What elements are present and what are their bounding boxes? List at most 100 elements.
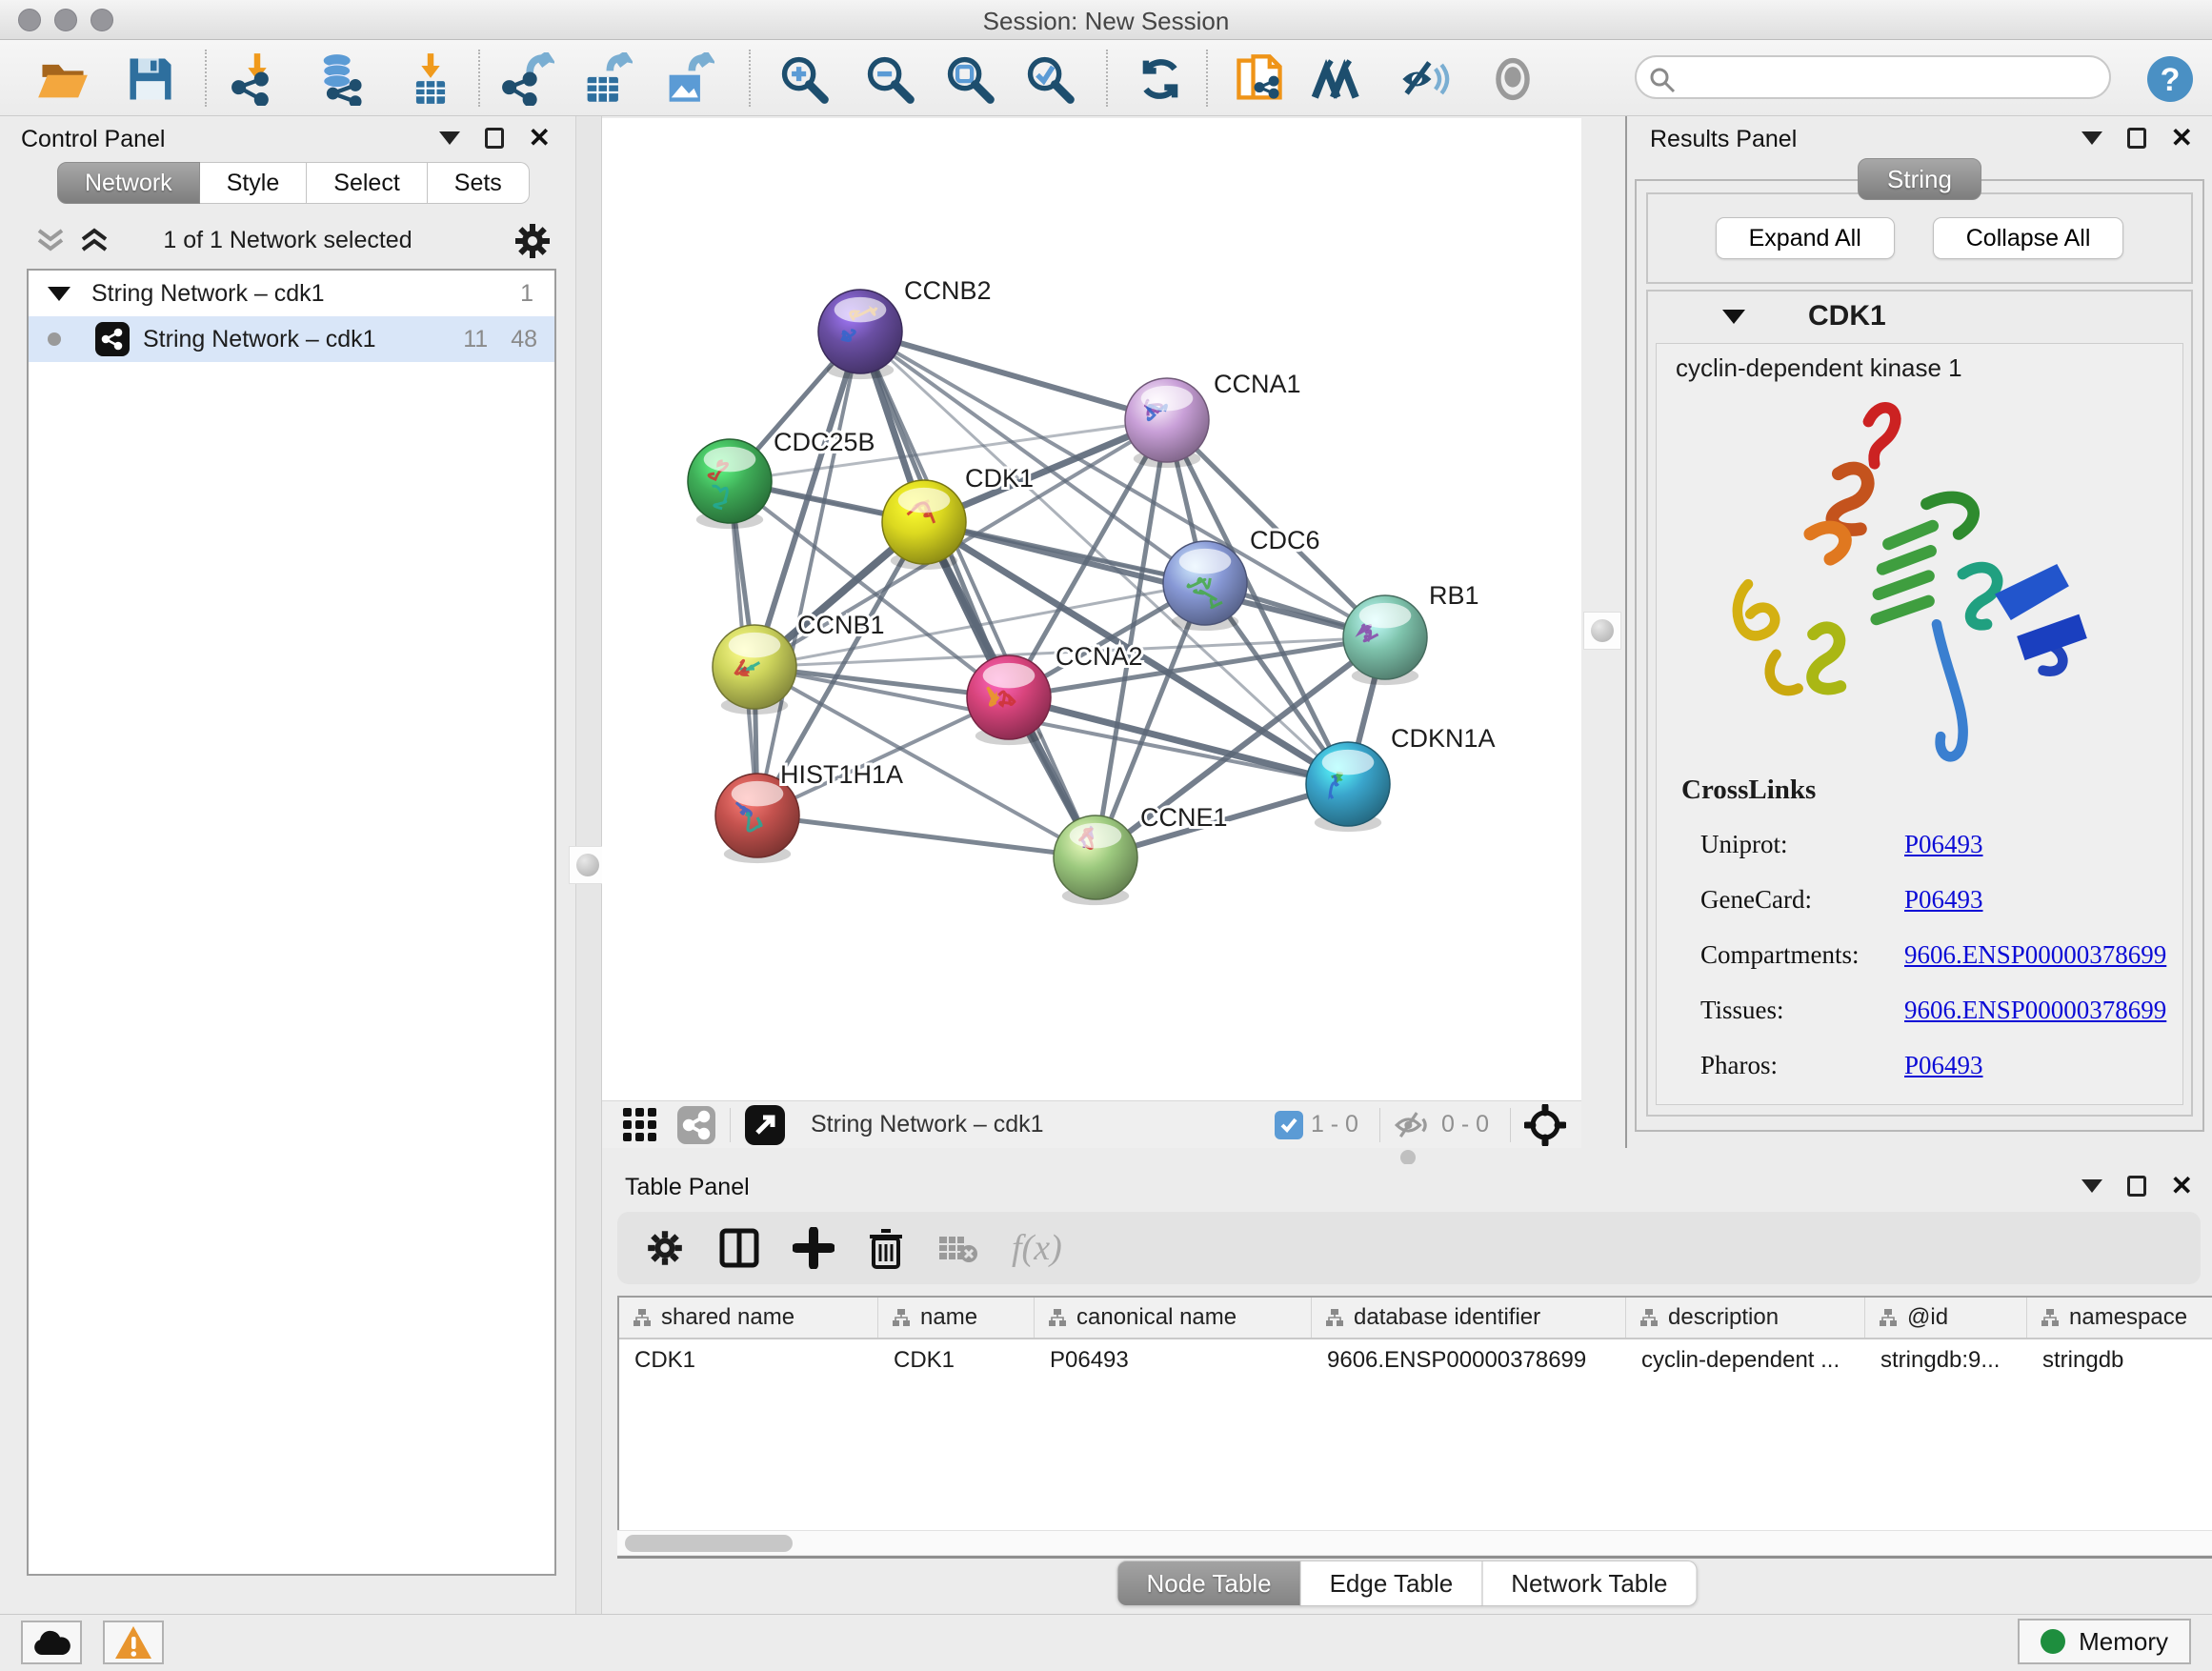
save-session-button[interactable] [120,51,181,107]
network-collection-row[interactable]: String Network – cdk1 1 [29,271,554,316]
panel-menu-icon[interactable] [439,131,460,145]
cloud-button[interactable] [21,1621,82,1664]
table-row[interactable]: CDK1CDK1P064939606.ENSP00000378699cyclin… [619,1339,2212,1381]
gear-icon[interactable] [513,221,553,261]
open-in-new-window-icon[interactable] [744,1104,786,1146]
column-header-shared-name[interactable]: shared name [619,1298,878,1338]
delete-column-icon[interactable] [867,1227,905,1269]
tab-network-table[interactable]: Network Table [1482,1560,1697,1606]
column-header-namespace[interactable]: namespace [2027,1298,2212,1338]
horizontal-splitter-grip[interactable] [1400,1150,1416,1165]
crosslink-link[interactable]: 9606.ENSP00000378699 [1904,996,2166,1025]
edge-CCNB2-HIST1H1A[interactable] [757,332,860,815]
table-cell[interactable]: CDK1 [878,1339,1035,1381]
column-header-canonical-name[interactable]: canonical name [1035,1298,1312,1338]
table-cell[interactable]: 9606.ENSP00000378699 [1312,1339,1626,1381]
left-splitter[interactable] [575,116,602,1614]
export-image-button[interactable] [657,51,718,107]
import-table-button[interactable] [400,51,461,107]
edge-HIST1H1A-CCNE1[interactable] [757,815,1096,857]
import-network-from-database-button[interactable] [311,51,372,107]
warning-button[interactable] [103,1621,164,1664]
table-cell[interactable]: stringdb:9... [1865,1339,2027,1381]
collection-expand-icon[interactable] [48,287,70,301]
hide-selected-button[interactable] [1395,51,1456,107]
open-session-button[interactable] [32,51,93,107]
export-table-button[interactable] [575,51,636,107]
expand-all-button[interactable]: Expand All [1716,217,1895,259]
table-cell[interactable]: cyclin-dependent ... [1626,1339,1865,1381]
network-view-share-icon[interactable] [676,1105,716,1145]
scrollbar-thumb[interactable] [625,1535,793,1552]
table-cell[interactable]: P06493 [1035,1339,1312,1381]
network-graph[interactable]: CCNB2CCNA1CDC25BCDK1CDC6RB1CCNB1CCNA2CDK… [602,118,1581,1100]
panel-close-icon[interactable]: ✕ [2171,128,2193,149]
node-RB1[interactable] [1343,595,1427,685]
tab-select[interactable]: Select [307,162,427,204]
memory-button[interactable]: Memory [2018,1619,2191,1664]
panel-float-icon[interactable] [485,128,504,149]
tab-network[interactable]: Network [57,162,200,204]
node-CCNB1[interactable] [713,625,796,715]
node-CCNE1[interactable] [1054,815,1137,905]
zoom-fit-button[interactable] [939,51,1000,107]
column-header-database-identifier[interactable]: database identifier [1312,1298,1626,1338]
tab-sets[interactable]: Sets [428,162,530,204]
crosshair-icon[interactable] [1524,1104,1566,1146]
add-column-icon[interactable] [793,1227,835,1269]
search-input[interactable] [1686,61,2096,93]
node-CDK1[interactable] [882,480,966,570]
node-CCNB2[interactable] [818,290,902,379]
horizontal-splitter[interactable] [602,1148,2212,1164]
tab-string[interactable]: String [1858,158,1981,200]
panel-menu-icon[interactable] [2081,131,2102,145]
crosslink-link[interactable]: P06493 [1904,885,1983,915]
selected-checkbox-icon[interactable] [1275,1111,1303,1139]
network-canvas[interactable]: CCNB2CCNA1CDC25BCDK1CDC6RB1CCNB1CCNA2CDK… [602,118,1581,1100]
right-splitter-grip[interactable] [1583,612,1621,650]
zoom-selected-button[interactable] [1019,51,1080,107]
column-header-description[interactable]: description [1626,1298,1865,1338]
node-CDC6[interactable] [1163,541,1247,631]
crosslink-link[interactable]: 9606.ENSP00000378699 [1904,940,2166,970]
tab-edge-table[interactable]: Edge Table [1301,1560,1483,1606]
left-splitter-grip[interactable] [569,846,607,884]
cdk1-entry-header[interactable]: CDK1 [1648,292,2191,341]
network-row-selected[interactable]: String Network – cdk1 11 48 [29,316,554,362]
table-cell[interactable]: CDK1 [619,1339,878,1381]
select-columns-icon[interactable] [718,1227,760,1269]
tab-style[interactable]: Style [200,162,308,204]
collapse-all-button[interactable]: Collapse All [1933,217,2124,259]
crosslink-link[interactable]: P06493 [1904,830,1983,859]
help-button[interactable]: ? [2140,51,2201,107]
column-header--id[interactable]: @id [1865,1298,2027,1338]
right-splitter[interactable] [1581,116,1625,1148]
clone-network-button[interactable] [1229,51,1290,107]
node-CCNA2[interactable] [967,655,1051,745]
export-network-button[interactable] [497,51,558,107]
table-cell[interactable]: stringdb [2027,1339,2212,1381]
node-CDC25B[interactable] [688,439,772,529]
table-settings-gear-icon[interactable] [644,1227,686,1269]
first-neighbors-button[interactable] [1309,51,1370,107]
zoom-out-button[interactable] [859,51,920,107]
panel-close-icon[interactable]: ✕ [529,128,551,149]
panel-menu-icon[interactable] [2081,1179,2102,1193]
node-CDKN1A[interactable] [1306,742,1390,832]
hidden-eye-slash-icon[interactable] [1394,1109,1434,1141]
node-CCNA1[interactable] [1125,378,1209,468]
birdseye-grid-icon[interactable] [621,1106,659,1144]
panel-float-icon[interactable] [2127,128,2146,149]
table-horizontal-scrollbar[interactable] [617,1530,2212,1555]
panel-close-icon[interactable]: ✕ [2171,1176,2193,1197]
show-all-button[interactable] [1482,51,1543,107]
tab-node-table[interactable]: Node Table [1117,1560,1301,1606]
crosslink-link[interactable]: P06493 [1904,1051,1983,1080]
zoom-in-button[interactable] [774,51,835,107]
import-network-button[interactable] [227,51,288,107]
node-table[interactable]: shared namenamecanonical namedatabase id… [617,1296,2212,1543]
refresh-layout-button[interactable] [1130,51,1191,107]
column-header-name[interactable]: name [878,1298,1035,1338]
panel-float-icon[interactable] [2127,1176,2146,1197]
entry-collapse-icon[interactable] [1722,310,1745,324]
